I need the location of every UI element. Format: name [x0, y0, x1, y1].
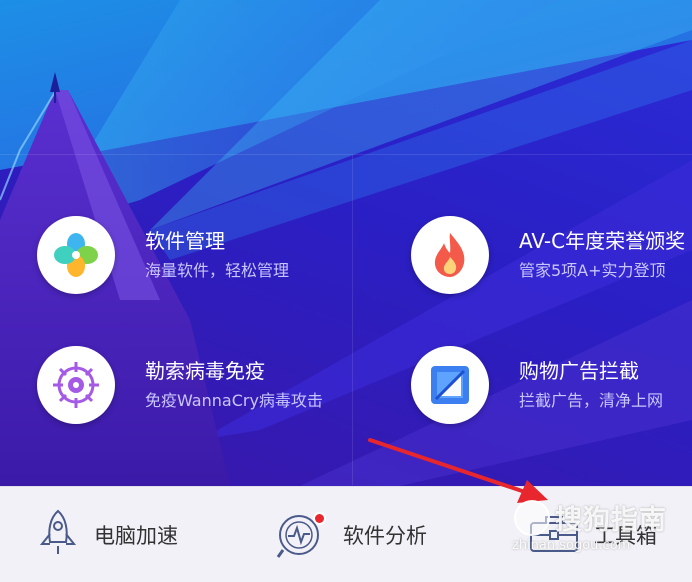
feature-subtitle: 免疫WannaCry病毒攻击 — [145, 391, 323, 410]
notification-badge — [313, 512, 326, 525]
toolbar-pc-boost[interactable]: 电脑加速 — [36, 487, 178, 582]
feature-ransomware-immunity[interactable]: 勒索病毒免疫 免疫WannaCry病毒攻击 — [37, 346, 323, 424]
feature-title: AV-C年度荣誉颁奖 — [519, 229, 686, 253]
shield-target-icon — [37, 346, 115, 424]
feature-avc-award[interactable]: AV-C年度荣誉颁奖 管家5项A+实力登顶 — [411, 216, 685, 294]
feature-title: 勒索病毒免疫 — [145, 359, 265, 383]
toolbox-icon — [528, 511, 580, 559]
toolbar-toolbox[interactable]: 工具箱 — [528, 487, 657, 582]
feature-title: 购物广告拦截 — [519, 359, 639, 383]
feature-subtitle: 管家5项A+实力登顶 — [519, 261, 666, 280]
grid-divider-vertical — [352, 155, 353, 485]
rocket-icon — [36, 508, 80, 562]
feature-title: 软件管理 — [145, 229, 225, 253]
toolbar-label: 软件分析 — [343, 524, 427, 548]
feature-ad-block[interactable]: 购物广告拦截 拦截广告，清净上网 — [411, 346, 663, 424]
flame-icon — [411, 216, 489, 294]
feature-subtitle: 海量软件，轻松管理 — [145, 261, 290, 280]
ad-block-icon — [411, 346, 489, 424]
grid-divider-horizontal — [0, 154, 692, 155]
analysis-icon — [275, 508, 329, 562]
feature-software-manage[interactable]: 软件管理 海量软件，轻松管理 — [37, 216, 289, 294]
toolbar-label: 电脑加速 — [94, 524, 178, 548]
hero-banner: 软件管理 海量软件，轻松管理 AV-C年度荣誉颁奖 管家5项A+实力登顶 勒索病… — [0, 0, 692, 486]
toolbar-label: 工具箱 — [594, 524, 657, 548]
feature-subtitle: 拦截广告，清净上网 — [519, 391, 664, 410]
toolbar-software-analysis[interactable]: 软件分析 — [275, 487, 427, 582]
clover-icon — [37, 216, 115, 294]
bottom-toolbar: 电脑加速 软件分析 工具箱 — [0, 486, 692, 582]
